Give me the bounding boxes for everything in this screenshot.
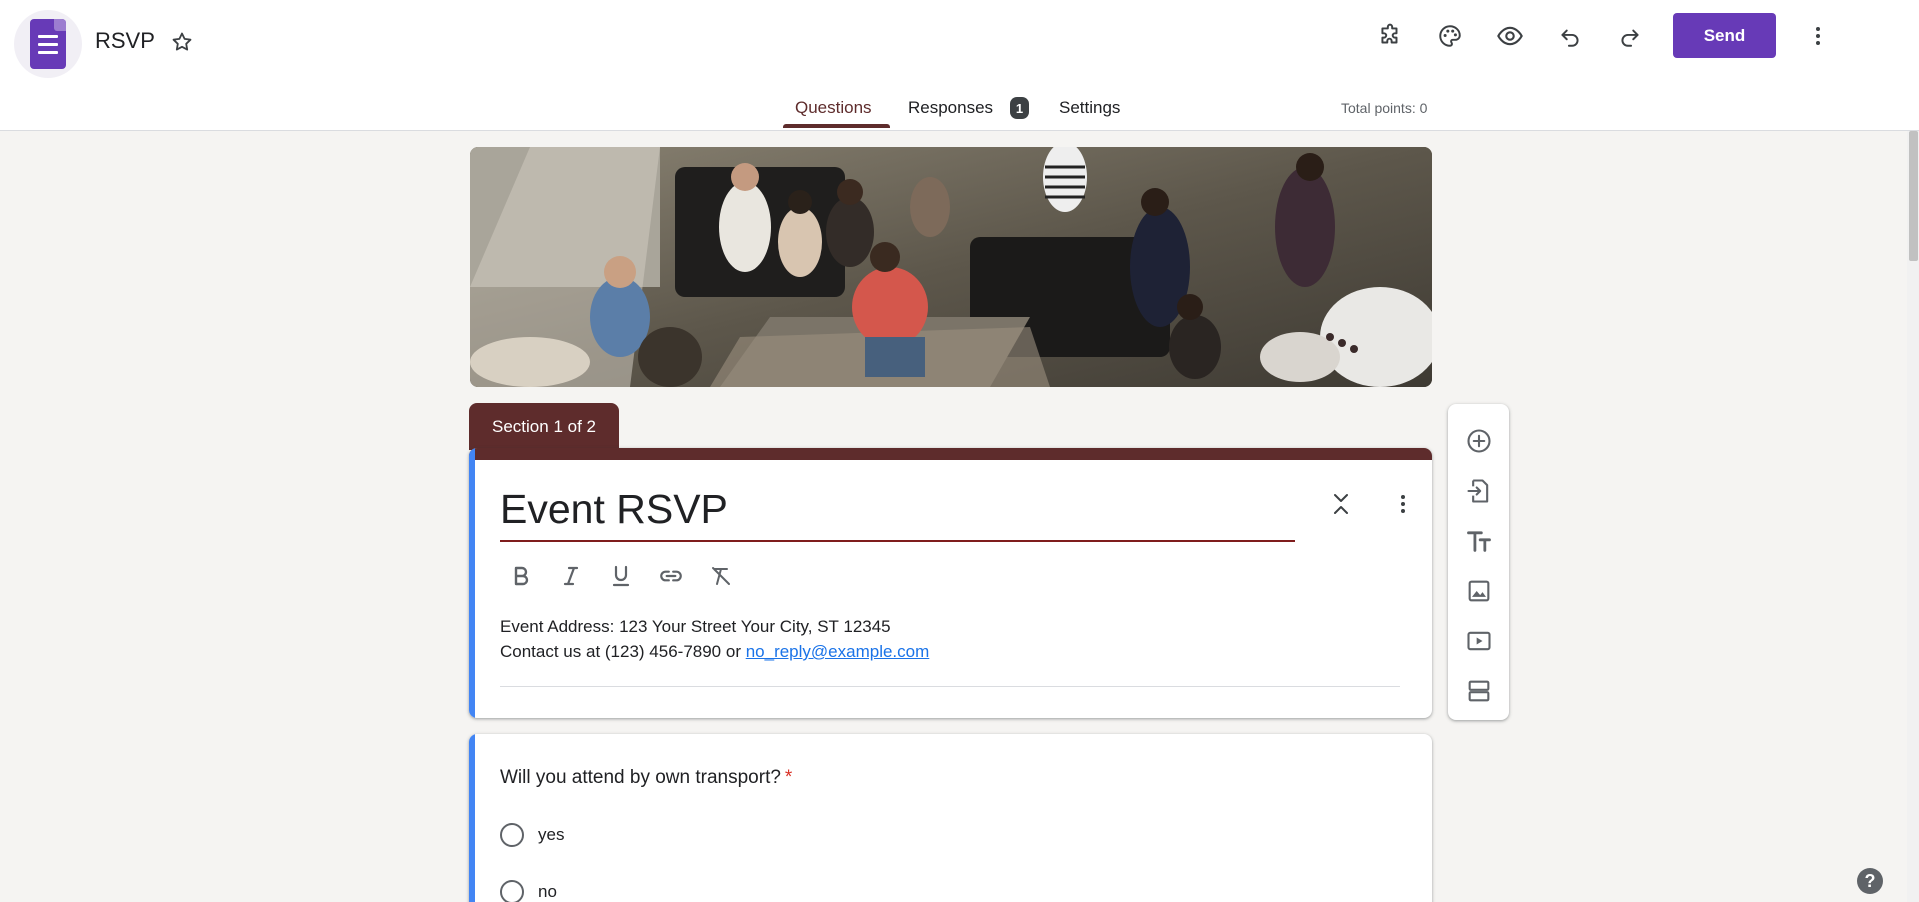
page-scrollbar[interactable] bbox=[1907, 131, 1919, 902]
form-description[interactable]: Event Address: 123 Your Street Your City… bbox=[500, 614, 929, 664]
question-title-text: Will you attend by own transport? bbox=[500, 767, 781, 788]
radio-button[interactable] bbox=[500, 880, 524, 902]
formatting-toolbar bbox=[500, 558, 741, 594]
description-underline bbox=[500, 686, 1400, 687]
contact-email-link[interactable]: no_reply@example.com bbox=[746, 642, 930, 661]
active-tab-indicator bbox=[783, 124, 890, 128]
import-questions-icon[interactable] bbox=[1460, 472, 1498, 510]
option-yes[interactable]: yes bbox=[500, 823, 564, 847]
section-indicator-tab: Section 1 of 2 bbox=[469, 403, 619, 450]
tab-responses[interactable]: Responses bbox=[908, 98, 993, 118]
add-question-icon[interactable] bbox=[1460, 422, 1498, 460]
floating-toolbar bbox=[1448, 404, 1509, 720]
option-label: no bbox=[538, 882, 557, 901]
more-vert-icon[interactable] bbox=[1798, 16, 1838, 56]
description-address: Event Address: 123 Your Street Your City… bbox=[500, 617, 891, 636]
form-doc-title[interactable]: RSVP bbox=[95, 28, 155, 54]
italic-icon[interactable] bbox=[550, 558, 591, 594]
question-title: Will you attend by own transport? * bbox=[500, 767, 792, 789]
radio-button[interactable] bbox=[500, 823, 524, 847]
send-button[interactable]: Send bbox=[1673, 13, 1776, 58]
form-title-input[interactable]: Event RSVP bbox=[500, 486, 1295, 542]
focus-indicator-bar bbox=[469, 448, 475, 718]
add-image-icon[interactable] bbox=[1460, 572, 1498, 610]
required-asterisk: * bbox=[784, 767, 793, 788]
undo-icon[interactable] bbox=[1550, 16, 1590, 56]
section-more-icon[interactable] bbox=[1385, 486, 1421, 522]
add-section-icon[interactable] bbox=[1460, 672, 1498, 710]
app-header: RSVP Send Questions Responses 1 Settings… bbox=[0, 0, 1919, 131]
addons-puzzle-icon[interactable] bbox=[1370, 16, 1410, 56]
link-icon[interactable] bbox=[650, 558, 691, 594]
tab-settings[interactable]: Settings bbox=[1059, 98, 1120, 118]
redo-icon[interactable] bbox=[1610, 16, 1650, 56]
total-points-label: Total points: 0 bbox=[1341, 100, 1428, 116]
star-icon[interactable] bbox=[166, 26, 198, 58]
palette-icon[interactable] bbox=[1430, 16, 1470, 56]
option-label: yes bbox=[538, 825, 565, 844]
help-icon[interactable]: ? bbox=[1857, 868, 1883, 894]
question-focus-bar bbox=[469, 734, 475, 902]
description-contact: Contact us at (123) 456-7890 or no_reply… bbox=[500, 639, 929, 664]
option-no[interactable]: no bbox=[500, 880, 557, 902]
underline-icon[interactable] bbox=[600, 558, 641, 594]
add-title-text-icon[interactable] bbox=[1460, 522, 1498, 560]
header-banner-image bbox=[470, 147, 1432, 387]
question-card[interactable]: Will you attend by own transport? * yes n… bbox=[469, 734, 1432, 902]
responses-count-badge: 1 bbox=[1010, 97, 1029, 119]
scrollbar-thumb[interactable] bbox=[1909, 131, 1918, 261]
add-video-icon[interactable] bbox=[1460, 622, 1498, 660]
tab-questions[interactable]: Questions bbox=[795, 98, 872, 118]
forms-logo-icon[interactable] bbox=[14, 10, 82, 78]
clear-formatting-icon[interactable] bbox=[700, 558, 741, 594]
form-title-card[interactable]: Event RSVP Event Address: 123 Your Stree… bbox=[469, 448, 1432, 718]
collapse-section-icon[interactable] bbox=[1323, 486, 1359, 522]
bold-icon[interactable] bbox=[500, 558, 541, 594]
description-contact-text: Contact us at (123) 456-7890 or bbox=[500, 642, 746, 661]
theme-color-bar bbox=[469, 448, 1432, 460]
preview-eye-icon[interactable] bbox=[1490, 16, 1530, 56]
